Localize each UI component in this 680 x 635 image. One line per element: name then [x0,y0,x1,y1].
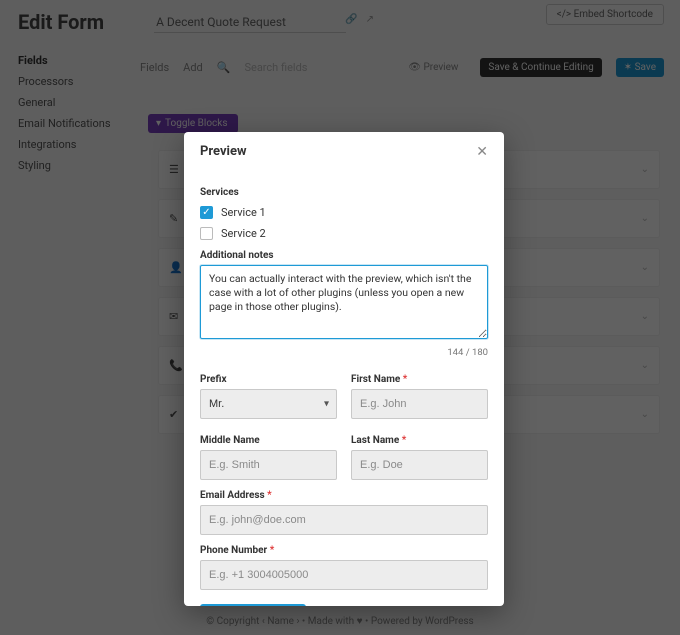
phone-label: Phone Number * [200,545,488,556]
last-name-label: Last Name * [351,435,488,446]
middle-name-label: Middle Name [200,435,337,446]
phone-input[interactable] [200,560,488,590]
email-input[interactable] [200,505,488,535]
service-option-1[interactable]: ✓ Service 1 [200,206,488,219]
service-option-label: Service 1 [221,206,266,219]
preview-modal: Preview ✕ Services ✓ Service 1 Service 2… [184,132,504,606]
email-label: Email Address * [200,490,488,501]
service-option-label: Service 2 [221,227,266,240]
middle-name-input[interactable] [200,450,337,480]
checkbox-checked-icon[interactable]: ✓ [200,206,213,219]
char-counter: 144 / 180 [200,347,488,358]
service-option-2[interactable]: Service 2 [200,227,488,240]
checkbox-unchecked-icon[interactable] [200,227,213,240]
notes-label: Additional notes [200,250,488,261]
additional-notes-textarea[interactable] [200,265,488,339]
last-name-input[interactable] [351,450,488,480]
services-label: Services [200,187,488,198]
prefix-select[interactable]: Mr. [200,389,337,419]
close-icon[interactable]: ✕ [476,145,488,159]
first-name-label: First Name * [351,374,488,385]
prefix-label: Prefix [200,374,337,385]
request-quote-button[interactable]: Request Quote [200,604,306,606]
modal-title: Preview [200,144,247,159]
first-name-input[interactable] [351,389,488,419]
modal-body: Services ✓ Service 1 Service 2 Additiona… [184,171,504,606]
modal-header: Preview ✕ [184,132,504,171]
